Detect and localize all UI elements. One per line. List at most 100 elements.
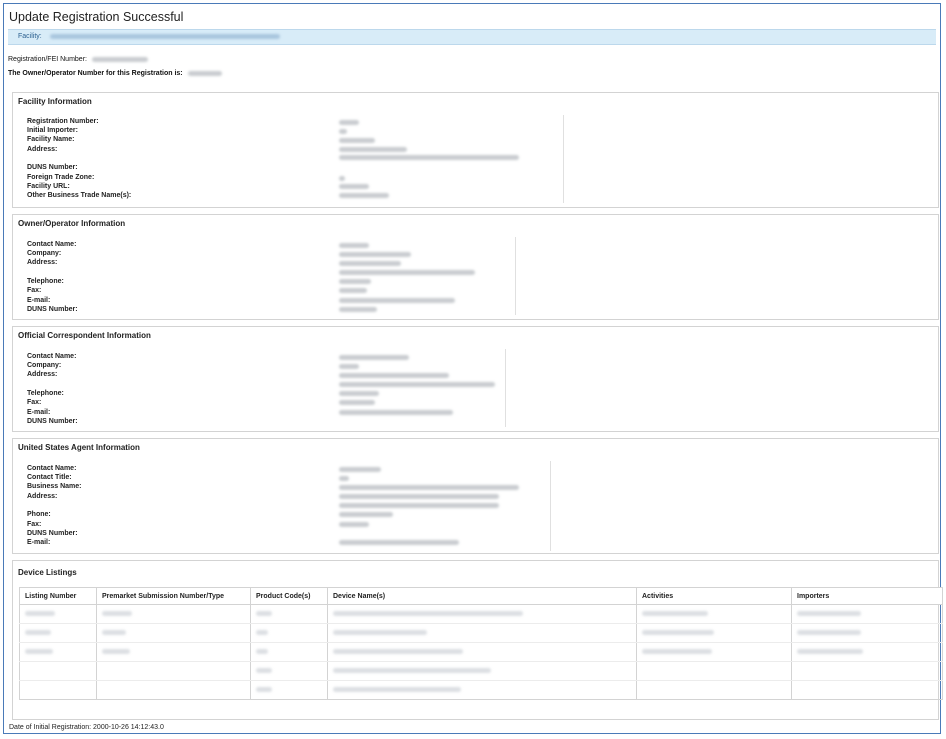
column-header: Importers: [791, 587, 943, 605]
facility-section-title: Facility Information: [18, 97, 92, 106]
redacted-value: [333, 630, 427, 636]
table-cell: [250, 642, 328, 662]
redacted-value: [256, 630, 268, 636]
table-row: [19, 604, 943, 624]
redacted-value: [339, 373, 449, 378]
redacted-value: [339, 252, 411, 257]
column-header: Listing Number: [19, 587, 97, 605]
redacted-value: [339, 512, 393, 517]
label-facility-url: Facility URL:: [27, 183, 70, 190]
page-frame: Update Registration Successful Facility:…: [3, 3, 943, 734]
redacted-owner-number: [187, 70, 222, 76]
correspondent-section: Official Correspondent Information Conta…: [12, 326, 939, 432]
label-address: Address:: [27, 146, 58, 153]
column-header: Product Code(s): [250, 587, 328, 605]
column-header: Premarket Submission Number/Type: [96, 587, 251, 605]
column-divider: [505, 349, 506, 427]
redacted-value: [339, 176, 345, 181]
redacted-value: [339, 391, 379, 396]
table-cell: [96, 642, 251, 662]
owner-section: Owner/Operator Information Contact Name:…: [12, 214, 939, 320]
table-cell: [19, 604, 97, 624]
label-email: E-mail:: [27, 539, 51, 546]
table-cell: [250, 680, 328, 700]
redacted-value: [339, 243, 369, 248]
redacted-value: [339, 540, 459, 545]
redacted-value: [339, 307, 377, 312]
table-cell: [636, 680, 792, 700]
table-cell: [19, 680, 97, 700]
label-fax: Fax:: [27, 521, 42, 528]
agent-section: United States Agent Information Contact …: [12, 438, 939, 554]
table-cell: [327, 642, 637, 662]
label-duns: DUNS Number:: [27, 306, 78, 313]
column-header: Device Name(s): [327, 587, 637, 605]
label-telephone: Telephone:: [27, 278, 64, 285]
facility-label: Facility:: [18, 33, 42, 40]
label-contact-title: Contact Title:: [27, 474, 72, 481]
fei-label: Registration/FEI Number:: [8, 56, 87, 63]
label-contact-name: Contact Name:: [27, 465, 77, 472]
column-divider: [515, 237, 516, 315]
initial-registration-date: Date of Initial Registration: 2000-10-26…: [9, 724, 164, 731]
redacted-value: [339, 503, 499, 508]
owner-number-line: The Owner/Operator Number for this Regis…: [8, 70, 222, 77]
redacted-value: [339, 184, 369, 189]
redacted-value: [256, 668, 272, 674]
table-row: [19, 642, 943, 662]
table-cell: [327, 661, 637, 681]
redacted-value: [339, 485, 519, 490]
table-cell: [19, 642, 97, 662]
table-cell: [96, 623, 251, 643]
facility-section: Facility Information Registration Number…: [12, 92, 939, 208]
page-title: Update Registration Successful: [9, 10, 184, 24]
label-address: Address:: [27, 371, 58, 378]
redacted-value: [25, 611, 55, 617]
label-duns: DUNS Number:: [27, 530, 78, 537]
redacted-value: [102, 611, 132, 617]
label-email: E-mail:: [27, 297, 51, 304]
redacted-value: [339, 364, 359, 369]
column-divider: [550, 461, 551, 551]
label-address: Address:: [27, 493, 58, 500]
table-cell: [636, 642, 792, 662]
table-cell: [636, 661, 792, 681]
label-duns: DUNS Number:: [27, 164, 78, 171]
label-fax: Fax:: [27, 287, 42, 294]
table-cell: [327, 623, 637, 643]
label-company: Company:: [27, 362, 62, 369]
redacted-value: [339, 288, 367, 293]
table-cell: [327, 604, 637, 624]
label-duns: DUNS Number:: [27, 418, 78, 425]
fei-line: Registration/FEI Number:: [8, 56, 148, 63]
redacted-value: [339, 155, 519, 160]
redacted-value: [256, 687, 272, 693]
redacted-value: [642, 630, 714, 636]
redacted-value: [256, 611, 272, 617]
column-divider: [563, 115, 564, 203]
redacted-value: [642, 649, 712, 655]
redacted-value: [339, 494, 499, 499]
label-registration-number: Registration Number:: [27, 118, 99, 125]
table-cell: [791, 604, 943, 624]
label-facility-name: Facility Name:: [27, 136, 75, 143]
correspondent-section-title: Official Correspondent Information: [18, 331, 151, 340]
column-header: Activities: [636, 587, 792, 605]
redacted-value: [339, 355, 409, 360]
label-fax: Fax:: [27, 399, 42, 406]
table-cell: [19, 623, 97, 643]
devices-section: Device Listings Listing Number Premarket…: [12, 560, 943, 720]
redacted-value: [256, 649, 268, 655]
redacted-value: [333, 668, 491, 674]
device-listings-table: Listing Number Premarket Submission Numb…: [19, 587, 943, 700]
redacted-value: [102, 630, 126, 636]
table-cell: [636, 623, 792, 643]
table-cell: [96, 604, 251, 624]
label-company: Company:: [27, 250, 62, 257]
redacted-value: [339, 279, 371, 284]
owner-number-text: The Owner/Operator Number for this Regis…: [8, 70, 183, 77]
redacted-value: [333, 611, 523, 617]
table-cell: [250, 604, 328, 624]
devices-section-title: Device Listings: [18, 568, 77, 577]
redacted-value: [339, 261, 401, 266]
